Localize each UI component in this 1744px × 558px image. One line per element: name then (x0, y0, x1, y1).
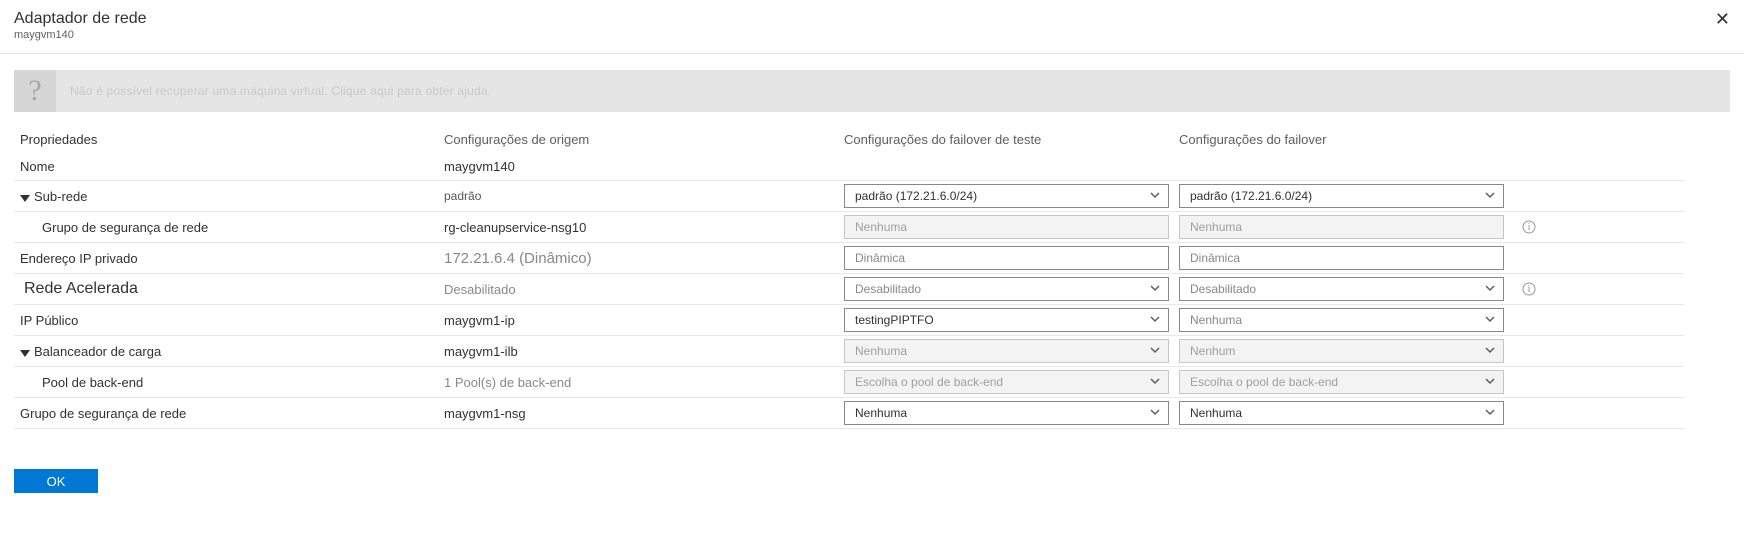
col-properties: Propriedades (14, 132, 444, 147)
source-public-ip: maygvm1-ip (444, 313, 844, 328)
test-private-ip-input[interactable]: Dinâmica (844, 246, 1169, 270)
label-accelerated: Rede Acelerada (14, 280, 444, 298)
failover-nsg-select[interactable]: Nenhuma (1179, 401, 1504, 425)
source-backend-pool: 1 Pool(s) de back-end (444, 375, 844, 390)
col-test-failover: Configurações do failover de teste (844, 132, 1179, 147)
row-accelerated-network: Rede Acelerada Desabilitado Desabilitado… (14, 274, 1684, 305)
test-nsg-select[interactable]: Nenhuma (844, 401, 1169, 425)
test-load-balancer-select: Nenhuma (844, 339, 1169, 363)
row-name: Nome maygvm140 (14, 153, 1684, 181)
label-name: Nome (14, 159, 444, 174)
label-load-balancer[interactable]: Balanceador de carga (14, 344, 444, 359)
svg-text:i: i (1528, 222, 1531, 233)
ok-button[interactable]: OK (14, 469, 98, 493)
row-subnet: Sub-rede padrão padrão (172.21.6.0/24) p… (14, 181, 1684, 212)
failover-accelerated-select[interactable]: Desabilitado (1179, 277, 1504, 301)
label-private-ip: Endereço IP privado (14, 251, 444, 266)
question-icon: ? (14, 70, 56, 112)
page-subtitle: maygvm140 (14, 29, 1728, 41)
failover-public-ip-select[interactable]: Nenhuma (1179, 308, 1504, 332)
source-nsg-inner: rg-cleanupservice-nsg10 (444, 220, 844, 235)
source-name: maygvm140 (444, 159, 844, 174)
row-nsg-inner: Grupo de segurança de rede rg-cleanupser… (14, 212, 1684, 243)
label-public-ip: IP Público (14, 313, 444, 328)
col-source: Configurações de origem (444, 132, 844, 147)
row-public-ip: IP Público maygvm1-ip testingPIPTFO Nenh… (14, 305, 1684, 336)
test-nsg-inner: Nenhuma (844, 215, 1169, 239)
chevron-down-icon (20, 195, 30, 202)
label-nsg: Grupo de segurança de rede (14, 406, 444, 421)
svg-text:i: i (1528, 284, 1531, 295)
test-public-ip-select[interactable]: testingPIPTFO (844, 308, 1169, 332)
source-subnet: padrão (444, 189, 844, 203)
page-title: Adaptador de rede (14, 10, 1728, 28)
source-accelerated: Desabilitado (444, 282, 844, 297)
banner-text: Não é possível recuperar uma máquina vir… (56, 84, 491, 98)
chevron-down-icon (20, 350, 30, 357)
row-private-ip: Endereço IP privado 172.21.6.4 (Dinâmico… (14, 243, 1684, 274)
info-icon[interactable]: i (1514, 220, 1544, 234)
label-subnet[interactable]: Sub-rede (14, 189, 444, 204)
failover-subnet-select[interactable]: padrão (172.21.6.0/24) (1179, 184, 1504, 208)
test-subnet-select[interactable]: padrão (172.21.6.0/24) (844, 184, 1169, 208)
label-backend-pool: Pool de back-end (14, 375, 444, 390)
column-headers: Propriedades Configurações de origem Con… (14, 130, 1684, 153)
info-icon[interactable]: i (1514, 282, 1544, 296)
col-failover: Configurações do failover (1179, 132, 1514, 147)
test-accelerated-select[interactable]: Desabilitado (844, 277, 1169, 301)
failover-nsg-inner: Nenhuma (1179, 215, 1504, 239)
failover-private-ip-input[interactable]: Dinâmica (1179, 246, 1504, 270)
row-backend-pool: Pool de back-end 1 Pool(s) de back-end E… (14, 367, 1684, 398)
source-load-balancer: maygvm1-ilb (444, 344, 844, 359)
row-load-balancer: Balanceador de carga maygvm1-ilb Nenhuma… (14, 336, 1684, 367)
source-private-ip: 172.21.6.4 (Dinâmico) (444, 250, 844, 267)
source-nsg: maygvm1-nsg (444, 406, 844, 421)
failover-backend-pool-select: Escolha o pool de back-end (1179, 370, 1504, 394)
row-nsg: Grupo de segurança de rede maygvm1-nsg N… (14, 398, 1684, 429)
test-backend-pool-select: Escolha o pool de back-end (844, 370, 1169, 394)
label-nsg-inner: Grupo de segurança de rede (14, 220, 444, 235)
failover-load-balancer-select: Nenhum (1179, 339, 1504, 363)
help-banner[interactable]: ? Não é possível recuperar uma máquina v… (14, 70, 1730, 112)
close-icon[interactable]: ✕ (1715, 10, 1730, 28)
